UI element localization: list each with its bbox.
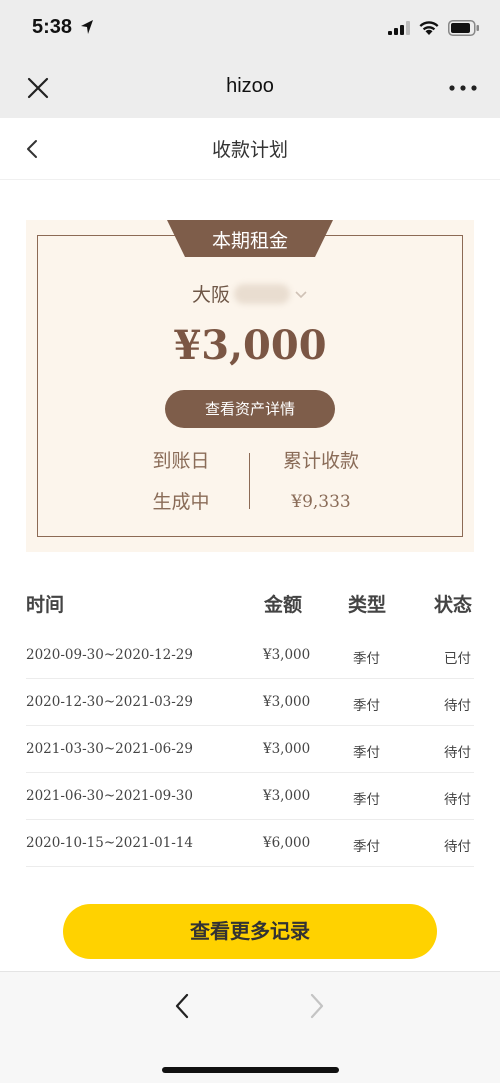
arrival-label: 到账日 [152,450,210,472]
row-time: 2020-09-30~2020-12-29 [26,647,193,663]
more-icon[interactable] [448,78,478,98]
status-icons [388,20,480,36]
home-indicator[interactable] [162,1067,339,1073]
webview-header: hizoo [0,58,500,118]
row-type: 季付 [353,745,380,761]
rent-tab-label: 本期租金 [211,230,288,252]
wifi-icon [419,21,439,35]
header-status: 状态 [434,594,473,616]
row-status: 待付 [444,792,471,808]
current-rent-card: 本期租金 大阪 ¥3,000 查看资产详情 到账日 生成中 累计收款 ¥9,33… [26,220,474,552]
status-bar: 5:38 [0,0,500,58]
cellular-signal-icon [388,21,410,35]
browser-forward-icon[interactable] [307,992,327,1020]
location-arrow-icon [81,20,93,34]
table-row: 2021-03-30~2021-06-29 ¥3,000 季付 待付 [26,726,474,773]
browser-back-icon[interactable] [172,992,192,1020]
battery-icon [448,20,479,36]
header-amount: 金额 [264,594,303,616]
arrival-stat: 到账日 生成中 [126,450,236,513]
row-amount: ¥3,000 [263,694,311,710]
webview-title: hizoo [226,75,274,97]
cumulative-label: 累计收款 [282,450,359,472]
row-amount: ¥3,000 [263,788,311,804]
row-type: 季付 [353,792,380,808]
row-time: 2020-12-30~2021-03-29 [26,694,193,710]
cumulative-stat: 累计收款 ¥9,333 [266,450,376,513]
arrival-value: 生成中 [152,491,210,513]
status-time: 5:38 [32,16,73,38]
header-time: 时间 [26,594,65,616]
row-amount: ¥3,000 [263,647,311,663]
asset-detail-button[interactable]: 查看资产详情 [165,390,335,428]
view-more-records-button[interactable]: 查看更多记录 [63,904,437,959]
schedule-table-header: 时间 金额 类型 状态 [26,590,474,620]
stat-divider [249,453,250,509]
row-type: 季付 [353,839,380,855]
row-type: 季付 [353,698,380,714]
row-status: 待付 [444,698,471,714]
table-row: 2021-06-30~2021-09-30 ¥3,000 季付 待付 [26,773,474,820]
row-status: 待付 [444,839,471,855]
row-amount: ¥3,000 [263,741,311,757]
asset-selector[interactable]: 大阪 [26,280,474,307]
asset-name: 大阪 [191,284,230,306]
page-header: 收款计划 [0,118,500,180]
asset-name-redacted [234,283,290,304]
header-type: 类型 [348,594,387,616]
row-status: 待付 [444,745,471,761]
row-amount: ¥6,000 [263,835,311,851]
row-time: 2021-03-30~2021-06-29 [26,741,193,757]
row-time: 2020-10-15~2021-01-14 [26,835,193,851]
row-type: 季付 [353,651,380,667]
row-status: 已付 [444,651,471,667]
browser-toolbar [0,971,500,1083]
table-row: 2020-10-15~2021-01-14 ¥6,000 季付 待付 [26,820,474,867]
table-row: 2020-12-30~2021-03-29 ¥3,000 季付 待付 [26,679,474,726]
cumulative-value: ¥9,333 [291,492,351,512]
page-title: 收款计划 [211,139,288,161]
row-time: 2021-06-30~2021-09-30 [26,788,193,804]
table-row: 2020-09-30~2020-12-29 ¥3,000 季付 已付 [26,632,474,679]
chevron-down-icon [295,290,307,298]
rent-amount: ¥3,000 [173,322,327,369]
